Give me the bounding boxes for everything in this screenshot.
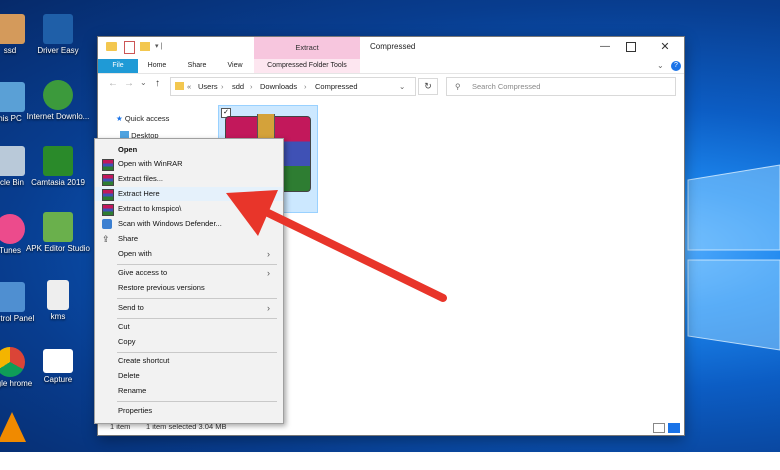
annotation-arrow [226,190,447,302]
annotation-arrow-shaft [258,206,447,302]
